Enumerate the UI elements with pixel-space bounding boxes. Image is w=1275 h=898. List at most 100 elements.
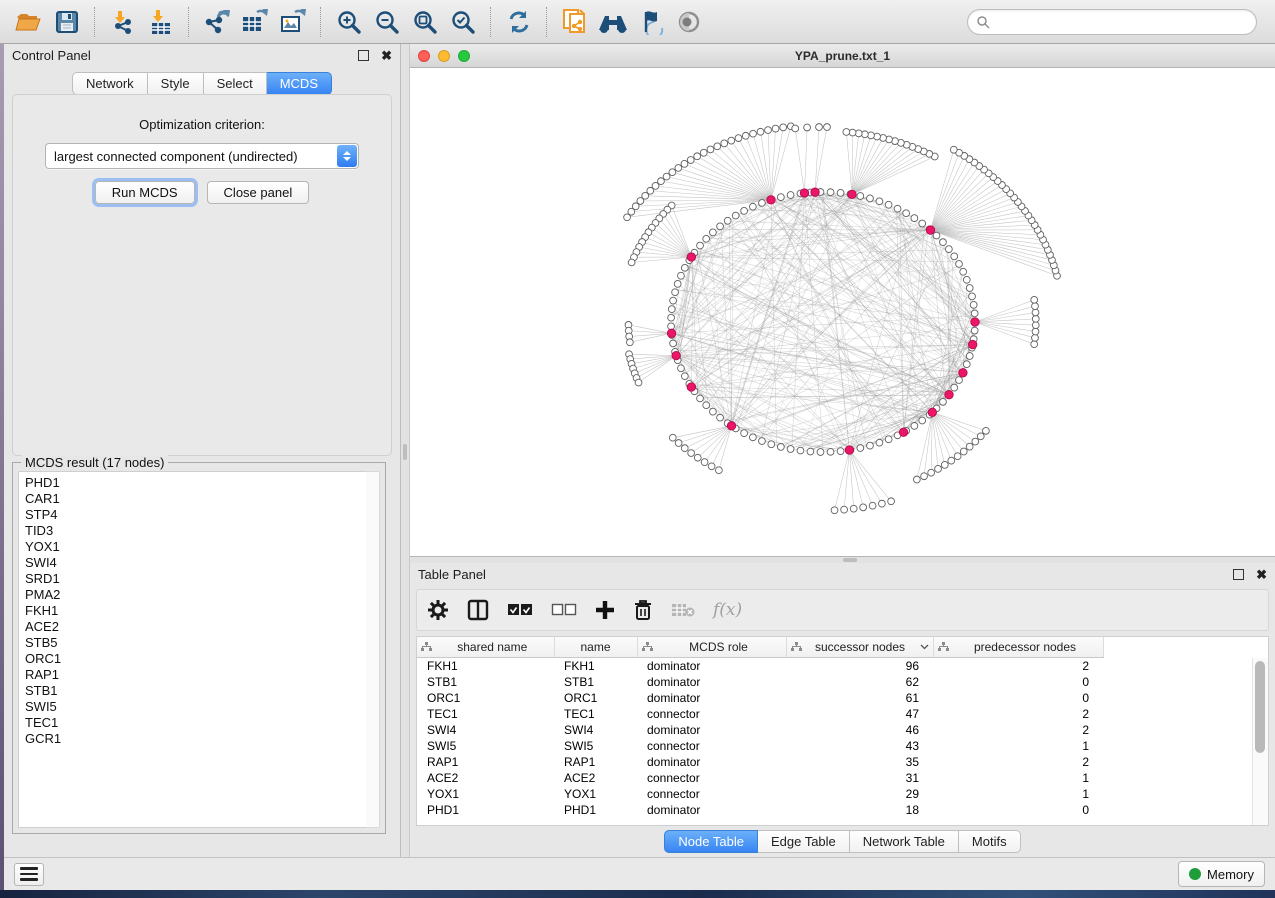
mcds-result-item[interactable]: STB1 — [25, 683, 366, 699]
mcds-result-item[interactable]: PMA2 — [25, 587, 366, 603]
mcds-result-item[interactable]: ACE2 — [25, 619, 366, 635]
splitter-grip[interactable] — [843, 558, 857, 562]
float-window-icon[interactable] — [1233, 569, 1244, 580]
minimize-window-traffic-light[interactable] — [438, 50, 450, 62]
tab-motifs[interactable]: Motifs — [959, 830, 1021, 853]
close-panel-icon[interactable]: ✖ — [1256, 570, 1267, 579]
find-binoculars-icon[interactable] — [594, 5, 632, 39]
mcds-result-list[interactable]: PHD1CAR1STP4TID3YOX1SWI4SRD1PMA2FKH1ACE2… — [18, 471, 367, 828]
toggle-column-view-icon[interactable] — [467, 596, 489, 624]
mcds-result-item[interactable]: STP4 — [25, 507, 366, 523]
mcds-result-item[interactable]: PHD1 — [25, 475, 366, 491]
column-header-successor-nodes[interactable]: successor nodes — [786, 637, 933, 657]
create-network-from-selection-icon[interactable] — [556, 5, 594, 39]
task-history-list-button[interactable] — [14, 863, 44, 886]
table-scrollbar[interactable] — [1252, 658, 1268, 825]
mcds-result-scrollbar[interactable] — [366, 471, 380, 828]
run-mcds-button[interactable]: Run MCDS — [95, 181, 195, 204]
settings-gear-icon[interactable] — [427, 596, 449, 624]
close-window-traffic-light[interactable] — [418, 50, 430, 62]
mcds-result-item[interactable]: CAR1 — [25, 491, 366, 507]
column-header-predecessor-nodes[interactable]: predecessor nodes — [933, 637, 1103, 657]
float-window-icon[interactable] — [358, 50, 369, 61]
table-cell: 2 — [933, 706, 1103, 722]
memory-button[interactable]: Memory — [1178, 861, 1265, 887]
maximize-window-traffic-light[interactable] — [458, 50, 470, 62]
mcds-result-item[interactable]: GCR1 — [25, 731, 366, 747]
save-session-icon[interactable] — [48, 5, 86, 39]
add-column-icon[interactable] — [595, 596, 615, 624]
toolbar-separator — [490, 7, 492, 37]
table-row[interactable]: YOX1YOX1connector291 — [417, 786, 1103, 802]
mcds-result-item[interactable]: FKH1 — [25, 603, 366, 619]
zoom-out-icon[interactable] — [368, 5, 406, 39]
delete-table-icon-disabled — [671, 596, 695, 624]
zoom-fit-icon[interactable] — [406, 5, 444, 39]
close-panel-icon[interactable]: ✖ — [381, 51, 392, 60]
table-row[interactable]: PHD1PHD1dominator180 — [417, 802, 1103, 818]
table-row[interactable]: FKH1FKH1dominator962 — [417, 657, 1103, 674]
table-cell: connector — [637, 786, 786, 802]
table-cell: dominator — [637, 722, 786, 738]
optimization-criterion-dropdown[interactable]: largest connected component (undirected) — [45, 143, 359, 169]
column-header-MCDS-role[interactable]: MCDS role — [637, 637, 786, 657]
table-row[interactable]: ORC1ORC1dominator610 — [417, 690, 1103, 706]
splitter-grip[interactable] — [403, 444, 407, 460]
mcds-result-item[interactable]: TID3 — [25, 523, 366, 539]
tab-style[interactable]: Style — [148, 72, 204, 95]
zoom-in-icon[interactable] — [330, 5, 368, 39]
vertical-splitter[interactable] — [401, 44, 410, 857]
column-header-name[interactable]: name — [554, 637, 637, 657]
table-row[interactable]: STB1STB1dominator620 — [417, 674, 1103, 690]
hide-selected-icon[interactable] — [632, 5, 670, 39]
mcds-result-item[interactable]: ORC1 — [25, 651, 366, 667]
select-all-checkboxes-icon[interactable] — [507, 596, 533, 624]
tab-mcds[interactable]: MCDS — [267, 72, 332, 95]
close-panel-button[interactable]: Close panel — [207, 181, 310, 204]
mcds-result-item[interactable]: STB5 — [25, 635, 366, 651]
horizontal-splitter[interactable] — [410, 557, 1275, 563]
deselect-all-checkboxes-icon[interactable] — [551, 596, 577, 624]
export-table-icon[interactable] — [236, 5, 274, 39]
table-row[interactable]: TEC1TEC1connector472 — [417, 706, 1103, 722]
open-file-icon[interactable] — [10, 5, 48, 39]
table-cell: 96 — [786, 657, 933, 674]
export-image-icon[interactable] — [274, 5, 312, 39]
table-row[interactable]: RAP1RAP1dominator352 — [417, 754, 1103, 770]
mcds-result-item[interactable]: SRD1 — [25, 571, 366, 587]
dropdown-stepper-icon — [337, 145, 357, 167]
network-canvas[interactable] — [410, 68, 1275, 556]
control-panel: Control Panel ✖ NetworkStyleSelectMCDS O… — [4, 44, 401, 857]
import-table-icon[interactable] — [142, 5, 180, 39]
search-field[interactable] — [967, 9, 1257, 35]
mcds-result-item[interactable]: YOX1 — [25, 539, 366, 555]
tab-network-table[interactable]: Network Table — [850, 830, 959, 853]
table-cell: FKH1 — [554, 657, 637, 674]
tab-edge-table[interactable]: Edge Table — [758, 830, 850, 853]
mcds-result-item[interactable]: TEC1 — [25, 715, 366, 731]
tab-network[interactable]: Network — [72, 72, 148, 95]
column-header-shared-name[interactable]: shared name — [417, 637, 554, 657]
search-input[interactable] — [994, 14, 1248, 30]
show-graphics-details-eye-icon[interactable] — [670, 5, 708, 39]
delete-column-trash-icon[interactable] — [633, 596, 653, 624]
network-window: YPA_prune.txt_1 — [410, 44, 1275, 557]
export-network-icon[interactable] — [198, 5, 236, 39]
mcds-result-item[interactable]: RAP1 — [25, 667, 366, 683]
tab-node-table[interactable]: Node Table — [664, 830, 758, 853]
mcds-result-item[interactable]: SWI5 — [25, 699, 366, 715]
table-cell: ORC1 — [554, 690, 637, 706]
table-cell: FKH1 — [417, 657, 554, 674]
network-window-titlebar[interactable]: YPA_prune.txt_1 — [410, 44, 1275, 68]
mcds-result-item[interactable]: SWI4 — [25, 555, 366, 571]
table-cell: 1 — [933, 786, 1103, 802]
import-network-icon[interactable] — [104, 5, 142, 39]
table-row[interactable]: SWI5SWI5connector431 — [417, 738, 1103, 754]
function-builder-label: f(x) — [713, 600, 742, 620]
table-scrollbar-thumb[interactable] — [1255, 661, 1265, 753]
table-row[interactable]: ACE2ACE2connector311 — [417, 770, 1103, 786]
tab-select[interactable]: Select — [204, 72, 267, 95]
refresh-view-icon[interactable] — [500, 5, 538, 39]
zoom-selected-icon[interactable] — [444, 5, 482, 39]
table-row[interactable]: SWI4SWI4dominator462 — [417, 722, 1103, 738]
